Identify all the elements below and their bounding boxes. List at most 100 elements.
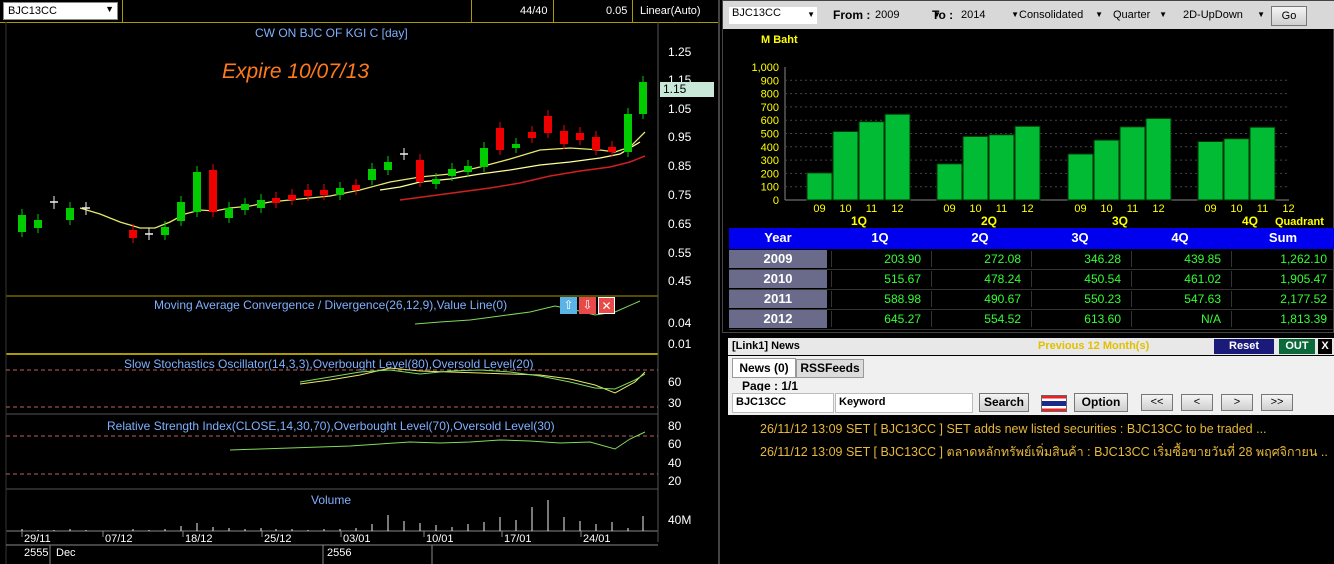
fin-x-tick-label: 10 bbox=[969, 203, 981, 215]
ma-fast-line bbox=[79, 131, 646, 229]
last-price-tag: 1.15 bbox=[660, 82, 714, 97]
fin-x-tick-label: 10 bbox=[839, 203, 851, 215]
to-year-dropdown[interactable]: 2014 ▼ bbox=[959, 7, 1021, 24]
table-value-cell: 550.23 bbox=[1031, 291, 1129, 307]
price-chart: 29/11 07/12 18/12 25/12 03/01 10/01 17/01 24/01 bbox=[5, 22, 659, 564]
table-header-cell: Sum bbox=[1268, 230, 1298, 245]
table-value-cell: 1,262.10 bbox=[1231, 251, 1334, 267]
fin-x-tick-label: 11 bbox=[1257, 203, 1268, 215]
x-tick-label: 24/01 bbox=[583, 533, 611, 545]
table-value-cell: 645.27 bbox=[831, 311, 929, 327]
nav-next-button[interactable]: > bbox=[1221, 394, 1253, 411]
nav-first-button[interactable]: << bbox=[1141, 394, 1173, 411]
stochastic-title: Slow Stochastics Oscillator(14,3,3),Over… bbox=[124, 357, 534, 371]
scale-selector[interactable]: Linear(Auto) bbox=[640, 5, 701, 17]
table-value-cell: 613.60 bbox=[1031, 311, 1129, 327]
toolbar-separator bbox=[553, 0, 554, 22]
left-toolbar: BJC13CC ▼ 44/40 0.05 Linear(Auto) bbox=[0, 0, 718, 23]
news-item[interactable]: 26/11/12 13:09 SET [ BJC13CC ] ตลาดหลักท… bbox=[760, 442, 1328, 462]
close-icon: X bbox=[1321, 340, 1329, 352]
revenue-bar bbox=[806, 172, 833, 201]
period-dropdown[interactable]: Quarter ▼ bbox=[1111, 7, 1167, 24]
symbol-dropdown[interactable]: BJC13CC ▼ bbox=[3, 2, 118, 20]
fin-x-tick-label: 12 bbox=[1021, 203, 1033, 215]
indicator-tick-label: 0.01 bbox=[668, 337, 692, 351]
fin-y-tick-label: 100 bbox=[761, 182, 779, 194]
price-tick-label: 0.65 bbox=[668, 217, 692, 231]
price-tick-label: 1.25 bbox=[668, 45, 692, 59]
tab-rss-label: RSSFeeds bbox=[800, 361, 860, 375]
chevron-down-icon: ▼ bbox=[807, 10, 815, 19]
price-tick-label: 1.05 bbox=[668, 102, 692, 116]
candle-body bbox=[608, 147, 616, 152]
chevron-down-icon: ▼ bbox=[1257, 10, 1265, 19]
fin-y-tick-label: 900 bbox=[761, 75, 779, 87]
toolbar-separator bbox=[122, 0, 472, 22]
candle-body bbox=[161, 227, 169, 235]
candle-body bbox=[193, 172, 201, 212]
nav-prev-button[interactable]: < bbox=[1181, 394, 1213, 411]
financial-toolbar: BJC13CC ▼ From : 2009 ▼ To : 2014 ▼ Cons… bbox=[723, 1, 1334, 29]
table-header-cell: 4Q bbox=[1171, 230, 1189, 245]
candle-body bbox=[544, 116, 552, 133]
tab-news[interactable]: News (0) bbox=[732, 358, 796, 378]
candle-body bbox=[368, 169, 376, 180]
fin-x-tick-label: 12 bbox=[1282, 203, 1294, 215]
fin-y-tick-label: 500 bbox=[761, 129, 779, 141]
candle-body bbox=[464, 166, 472, 172]
news-tabs-area: News (0) RSSFeeds Page : 1/1 bbox=[728, 356, 1334, 393]
fin-x-tick-label: 10 bbox=[1230, 203, 1242, 215]
table-value-cell: 439.85 bbox=[1131, 251, 1229, 267]
fin-symbol-dropdown[interactable]: BJC13CC ▼ bbox=[729, 7, 817, 24]
to-label: To : bbox=[932, 8, 954, 22]
table-value-cell: 2,177.52 bbox=[1231, 291, 1334, 307]
type-dropdown[interactable]: Consolidated ▼ bbox=[1017, 7, 1103, 24]
go-button[interactable]: Go bbox=[1271, 6, 1307, 26]
close-icon[interactable]: ✕ bbox=[598, 297, 615, 314]
year-label-2555: 2555 bbox=[24, 547, 49, 559]
out-button-label: OUT bbox=[1285, 340, 1309, 352]
indicator-tick-label: 60 bbox=[668, 437, 682, 451]
table-header-cell: 2Q bbox=[971, 230, 989, 245]
price-tick-label: 0.45 bbox=[668, 274, 692, 288]
fin-x-tick-label: 09 bbox=[813, 203, 825, 215]
x-tick-label: 07/12 bbox=[105, 533, 133, 545]
revenue-bar bbox=[1067, 153, 1094, 201]
search-button[interactable]: Search bbox=[979, 393, 1029, 412]
move-up-icon[interactable]: ⇧ bbox=[560, 297, 577, 314]
revenue-bar bbox=[1249, 126, 1276, 201]
view-dropdown[interactable]: 2D-UpDown ▼ bbox=[1181, 7, 1265, 24]
nav-next-label: > bbox=[1233, 396, 1241, 408]
indicator-tick-label: 0.04 bbox=[668, 316, 692, 330]
candle-body bbox=[496, 128, 504, 150]
table-year-cell: 2009 bbox=[729, 250, 827, 268]
keyword-input[interactable]: Keyword bbox=[835, 393, 973, 413]
table-value-cell: 461.02 bbox=[1131, 271, 1229, 287]
tab-rss[interactable]: RSSFeeds bbox=[796, 359, 864, 378]
chevron-down-icon: ▼ bbox=[1095, 10, 1103, 19]
nav-last-button[interactable]: >> bbox=[1261, 394, 1293, 411]
news-symbol-field[interactable]: BJC13CC bbox=[732, 393, 834, 413]
from-label: From : bbox=[833, 8, 871, 22]
candle-body bbox=[528, 132, 536, 138]
revenue-bar bbox=[936, 163, 963, 201]
candle-body bbox=[512, 144, 520, 148]
option-button[interactable]: Option bbox=[1074, 393, 1128, 412]
out-button[interactable]: OUT bbox=[1279, 339, 1315, 354]
indicator-tick-label: 40M bbox=[668, 513, 692, 527]
stochastic-k-line bbox=[299, 367, 646, 394]
news-item[interactable]: 26/11/12 13:09 SET [ BJC13CC ] SET adds … bbox=[760, 422, 1328, 436]
candle-body bbox=[129, 230, 137, 238]
move-down-icon[interactable]: ⇩ bbox=[579, 297, 596, 314]
candle-body bbox=[336, 188, 344, 195]
news-symbol-value: BJC13CC bbox=[736, 396, 787, 408]
expire-note: Expire 10/07/13 bbox=[222, 60, 370, 83]
option-button-label: Option bbox=[1081, 395, 1121, 409]
candle-body bbox=[352, 185, 360, 190]
reset-button[interactable]: Reset bbox=[1214, 339, 1274, 354]
language-flag-icon[interactable] bbox=[1041, 395, 1067, 412]
news-close-button[interactable]: X bbox=[1318, 339, 1332, 354]
financial-table: Year 1Q 2Q 3Q 4Q Sum 2009 203.90 272.08 346.28 43… bbox=[729, 228, 1334, 332]
fin-x-tick-label: 09 bbox=[1074, 203, 1086, 215]
year-label-2556: 2556 bbox=[327, 547, 352, 559]
